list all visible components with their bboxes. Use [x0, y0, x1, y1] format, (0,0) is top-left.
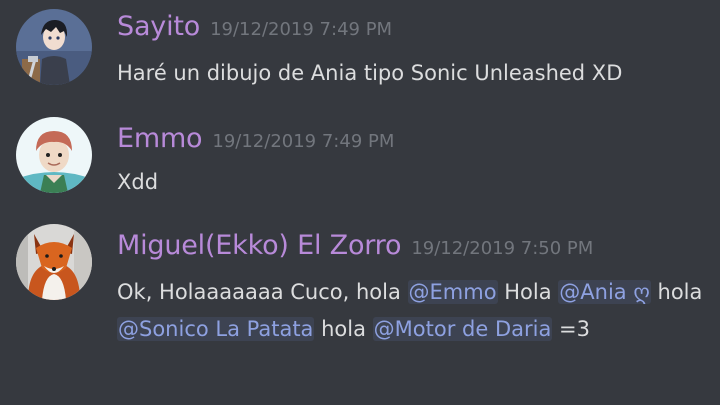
message-content: Haré un dibujo de Ania tipo Sonic Unleas… [117, 61, 623, 85]
fox-avatar-icon [16, 224, 92, 300]
message-sayito: Sayito 19/12/2019 7:49 PM Haré un dibujo … [0, 0, 720, 110]
mention-ania[interactable]: @Ania ღ [558, 280, 651, 304]
timestamp[interactable]: 19/12/2019 7:49 PM [210, 19, 392, 40]
sayito-avatar[interactable] [16, 9, 92, 85]
message-emmo: Emmo 19/12/2019 7:49 PM Xdd [0, 110, 720, 215]
mention-motor-de-daria[interactable]: @Motor de Daria [372, 317, 553, 341]
message-content: Ok, Holaaaaaaa Cuco, hola @Emmo Hola @An… [117, 274, 707, 348]
username[interactable]: Miguel(Ekko) El Zorro [117, 230, 402, 261]
emmo-avatar[interactable] [16, 117, 92, 193]
cartoon-kid-avatar-icon [16, 117, 92, 193]
message-header: Emmo 19/12/2019 7:49 PM [117, 123, 394, 154]
message-header: Miguel(Ekko) El Zorro 19/12/2019 7:50 PM [117, 230, 593, 261]
miguel-avatar[interactable] [16, 224, 92, 300]
timestamp[interactable]: 19/12/2019 7:49 PM [212, 131, 394, 152]
message-content: Xdd [117, 170, 159, 194]
message-text: Ok, Holaaaaaaa Cuco, hola [117, 280, 408, 304]
message-header: Sayito 19/12/2019 7:49 PM [117, 11, 392, 42]
message-text: Hola [497, 280, 559, 304]
username[interactable]: Sayito [117, 11, 200, 42]
message-text: hola [314, 317, 373, 341]
mention-sonico[interactable]: @Sonico La Patata [117, 317, 315, 341]
message-text: hola [650, 280, 703, 304]
message-text: =3 [552, 317, 590, 341]
timestamp[interactable]: 19/12/2019 7:50 PM [411, 238, 593, 259]
username[interactable]: Emmo [117, 123, 203, 154]
message-miguel: Miguel(Ekko) El Zorro 19/12/2019 7:50 PM … [0, 215, 720, 405]
mention-emmo[interactable]: @Emmo [407, 280, 498, 304]
anime-boy-avatar-icon [16, 9, 92, 85]
